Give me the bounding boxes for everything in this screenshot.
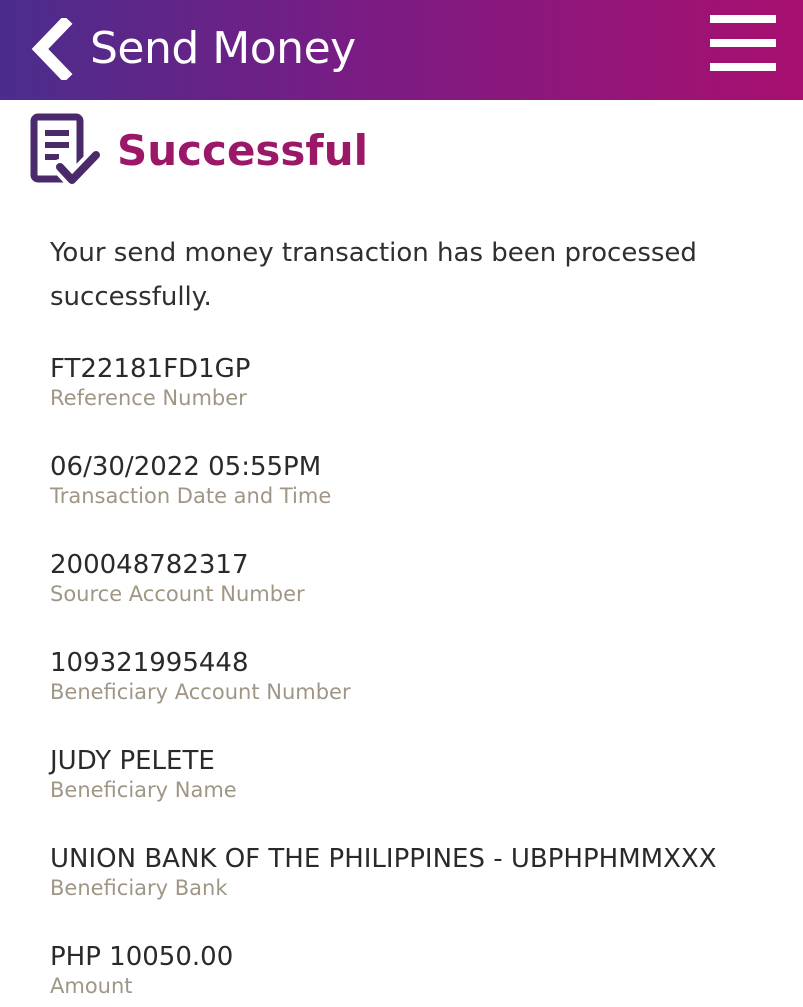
detail-transaction-date: 06/30/2022 05:55PM Transaction Date and … [50,452,790,510]
detail-label: Reference Number [50,386,247,410]
detail-value: UNION BANK OF THE PHILIPPINES - UBPHPHMM… [50,844,717,874]
detail-label: Source Account Number [50,582,305,606]
menu-button[interactable] [710,15,776,71]
detail-label: Beneficiary Bank [50,876,228,900]
detail-value: PHP 10050.00 [50,942,234,972]
detail-reference-number: FT22181FD1GP Reference Number [50,354,790,412]
detail-beneficiary-bank: UNION BANK OF THE PHILIPPINES - UBPHPHMM… [50,844,790,902]
page-title: Send Money [90,23,356,74]
detail-source-account: 200048782317 Source Account Number [50,550,790,608]
detail-value: JUDY PELETE [50,746,215,776]
detail-value: 200048782317 [50,550,249,580]
confirmation-message: Your send money transaction has been pro… [50,238,697,312]
detail-label: Transaction Date and Time [50,484,332,508]
detail-value: FT22181FD1GP [50,354,251,384]
detail-value: 06/30/2022 05:55PM [50,452,322,482]
detail-beneficiary-account: 109321995448 Beneficiary Account Number [50,648,790,706]
chevron-left-icon [31,15,73,83]
detail-label: Amount [50,974,133,998]
detail-label: Beneficiary Account Number [50,680,351,704]
status-title: Successful [117,126,368,175]
hamburger-menu-icon [710,15,776,23]
document-check-icon [30,113,102,188]
back-button[interactable] [28,15,74,83]
detail-beneficiary-name: JUDY PELETE Beneficiary Name [50,746,790,804]
app-header: Send Money [0,0,803,100]
detail-amount: PHP 10050.00 Amount [50,942,790,1000]
detail-label: Beneficiary Name [50,778,237,802]
detail-value: 109321995448 [50,648,249,678]
